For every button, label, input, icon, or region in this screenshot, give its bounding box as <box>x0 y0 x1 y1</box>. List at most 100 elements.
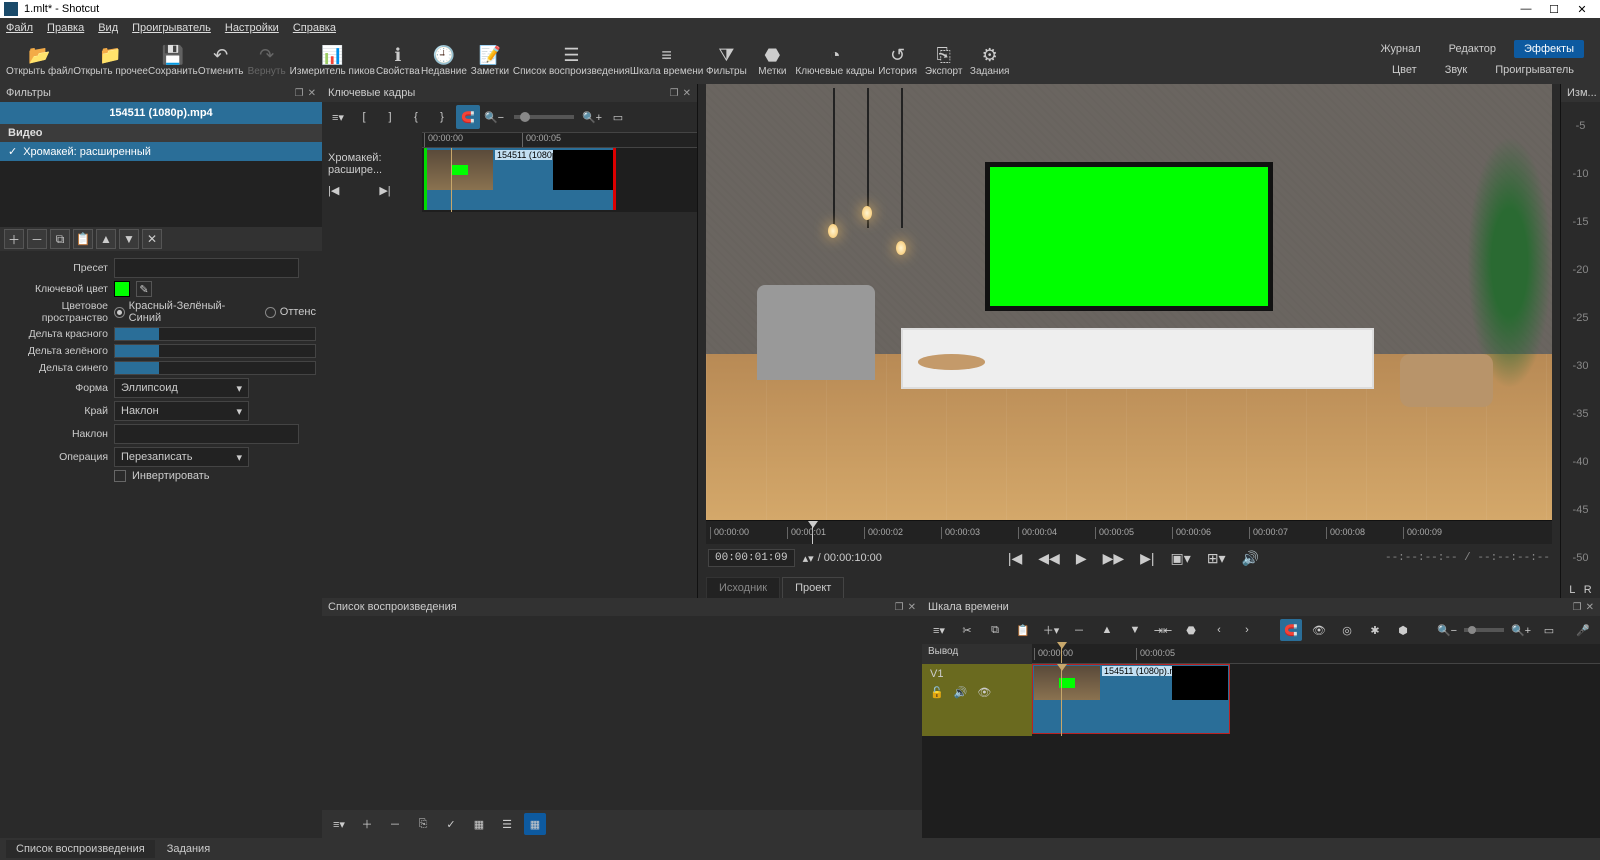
panel-close-icon[interactable]: ✕ <box>308 88 316 99</box>
skip-end-icon[interactable]: ▶| <box>1140 550 1154 567</box>
tl-paste-icon[interactable]: 📋 <box>1012 619 1034 641</box>
filter-op-0[interactable]: ＋ <box>4 229 24 249</box>
menu-settings[interactable]: Настройки <box>225 22 279 34</box>
tab-source[interactable]: Исходник <box>706 577 780 598</box>
kf-clip[interactable]: 154511 (1080p).mp4 <box>424 148 616 210</box>
kf-next-icon[interactable]: ▶| <box>379 184 390 197</box>
pl-check-icon[interactable]: ✓ <box>440 813 462 835</box>
toolbar-filters[interactable]: ⧩Фильтры <box>703 39 749 83</box>
play-icon[interactable]: ▶ <box>1076 550 1087 567</box>
toolbar-export[interactable]: ⎘Экспорт <box>921 39 967 83</box>
toolbar-open-other[interactable]: 📁Открыть прочее <box>73 39 148 83</box>
tl-append-icon[interactable]: ＋▾ <box>1040 619 1062 641</box>
layout-tab-Журнал[interactable]: Журнал <box>1370 40 1430 58</box>
tl-ripple-all-icon[interactable]: ✱ <box>1364 619 1386 641</box>
preview-viewport[interactable] <box>706 84 1552 520</box>
tl-marker-icon[interactable]: ⬣ <box>1180 619 1202 641</box>
kf-playhead[interactable] <box>451 148 452 212</box>
kf-prev-icon[interactable]: |◀ <box>328 184 339 197</box>
kf-in-brace-icon[interactable]: { <box>404 105 428 129</box>
tl-snap-icon[interactable]: 🧲 <box>1280 619 1302 641</box>
pl-remove-icon[interactable]: － <box>384 813 406 835</box>
timecode-input[interactable]: 00:00:01:09 <box>708 549 795 567</box>
pl-view-list-icon[interactable]: ☰ <box>496 813 518 835</box>
track-hide-icon[interactable]: 👁 <box>977 686 991 699</box>
toolbar-history[interactable]: ↺История <box>875 39 921 83</box>
tl-copy-icon[interactable]: ⧉ <box>984 619 1006 641</box>
filter-enabled-check[interactable]: ✓ <box>8 145 17 158</box>
filter-op-3[interactable]: 📋 <box>73 229 93 249</box>
pl-menu-icon[interactable]: ≡▾ <box>328 813 350 835</box>
tl-scrub-icon[interactable]: 👁 <box>1308 619 1330 641</box>
panel-close-icon[interactable]: ✕ <box>908 602 916 613</box>
tl-lift-icon[interactable]: ▲ <box>1096 619 1118 641</box>
filter-op-2[interactable]: ⧉ <box>50 229 70 249</box>
delta-r-slider[interactable] <box>114 327 316 341</box>
rewind-icon[interactable]: ◀◀ <box>1038 550 1060 567</box>
track-v1[interactable]: 154511 (1080p).mp4 <box>1032 664 1600 736</box>
invert-checkbox[interactable] <box>114 470 126 482</box>
pl-update-icon[interactable]: ⎘ <box>412 813 434 835</box>
menu-edit[interactable]: Правка <box>47 22 84 34</box>
kf-clip-area[interactable]: 154511 (1080p).mp4 <box>422 148 697 212</box>
menu-player[interactable]: Проигрыватель <box>132 22 211 34</box>
bottom-tab-playlist[interactable]: Список воспроизведения <box>6 840 155 858</box>
preset-input[interactable] <box>114 258 299 278</box>
tl-zoom-fit-icon[interactable]: ▭ <box>1538 619 1560 641</box>
colorspace-radio-rgb[interactable] <box>114 307 125 318</box>
operation-dropdown[interactable]: Перезаписать▾ <box>114 447 249 467</box>
playlist-body[interactable] <box>322 616 922 810</box>
toolbar-undo[interactable]: ↶Отменить <box>198 39 244 83</box>
grid-icon[interactable]: ⊞▾ <box>1207 550 1226 567</box>
toolbar-peak-meter[interactable]: 📊Измеритель пиков <box>290 39 375 83</box>
volume-icon[interactable]: 🔊 <box>1242 550 1259 567</box>
forward-icon[interactable]: ▶▶ <box>1103 550 1125 567</box>
tl-record-icon[interactable]: 🎤 <box>1572 619 1594 641</box>
kf-out-brace-icon[interactable]: } <box>430 105 454 129</box>
maximize-button[interactable]: ☐ <box>1540 3 1568 16</box>
tab-project[interactable]: Проект <box>782 577 844 598</box>
layout-tab-Редактор[interactable]: Редактор <box>1439 40 1506 58</box>
toolbar-properties[interactable]: ℹСвойства <box>375 39 421 83</box>
shape-dropdown[interactable]: Эллипсоид▾ <box>114 378 249 398</box>
kf-ruler[interactable]: 00:00:00 00:00:05 <box>422 132 697 148</box>
toolbar-open-file[interactable]: 📂Открыть файл <box>6 39 73 83</box>
timeline-playhead-marker[interactable] <box>1061 642 1062 663</box>
delta-b-slider[interactable] <box>114 361 316 375</box>
toolbar-keyframes[interactable]: ◔Ключевые кадры <box>795 39 874 83</box>
panel-popout-icon[interactable]: ❐ <box>670 88 679 99</box>
colorspace-radio-hue[interactable] <box>265 307 276 318</box>
edge-dropdown[interactable]: Наклон▾ <box>114 401 249 421</box>
tl-ripple-icon[interactable]: ◎ <box>1336 619 1358 641</box>
toolbar-save[interactable]: 💾Сохранить <box>148 39 198 83</box>
kf-zoom-slider[interactable] <box>514 115 574 119</box>
toolbar-markers[interactable]: ⬣Метки <box>749 39 795 83</box>
kf-menu-icon[interactable]: ≡▾ <box>326 105 350 129</box>
tl-remove-icon[interactable]: － <box>1068 619 1090 641</box>
keycolor-swatch[interactable] <box>114 281 130 297</box>
menu-view[interactable]: Вид <box>98 22 118 34</box>
pl-view-tiles-icon[interactable]: ▦ <box>524 813 546 835</box>
pl-add-icon[interactable]: ＋ <box>356 813 378 835</box>
tl-next-marker-icon[interactable]: › <box>1236 619 1258 641</box>
slope-input[interactable] <box>114 424 299 444</box>
layout-tab-Проигрыватель[interactable]: Проигрыватель <box>1485 61 1584 79</box>
filter-item-chromakey[interactable]: ✓ Хромакей: расширенный <box>0 142 322 161</box>
layout-tab-Звук[interactable]: Звук <box>1435 61 1478 79</box>
toolbar-recent[interactable]: 🕘Недавние <box>421 39 467 83</box>
tl-cut-icon[interactable]: ✂ <box>956 619 978 641</box>
panel-popout-icon[interactable]: ❐ <box>895 602 904 613</box>
tl-zoom-out-icon[interactable]: 🔍− <box>1436 619 1458 641</box>
tl-split-icon[interactable]: ⇥⇤ <box>1152 619 1174 641</box>
kf-zoom-in-icon[interactable]: 🔍+ <box>580 105 604 129</box>
bottom-tab-jobs[interactable]: Задания <box>157 840 220 858</box>
toolbar-playlist[interactable]: ☰Список воспроизведения <box>513 39 630 83</box>
skip-start-icon[interactable]: |◀ <box>1008 550 1022 567</box>
tl-prev-marker-icon[interactable]: ‹ <box>1208 619 1230 641</box>
panel-popout-icon[interactable]: ❐ <box>295 88 304 99</box>
kf-set-out-icon[interactable]: ] <box>378 105 402 129</box>
menu-file[interactable]: Файл <box>6 22 33 34</box>
pl-view-details-icon[interactable]: ▦ <box>468 813 490 835</box>
filter-op-1[interactable]: － <box>27 229 47 249</box>
tl-zoom-in-icon[interactable]: 🔍+ <box>1510 619 1532 641</box>
